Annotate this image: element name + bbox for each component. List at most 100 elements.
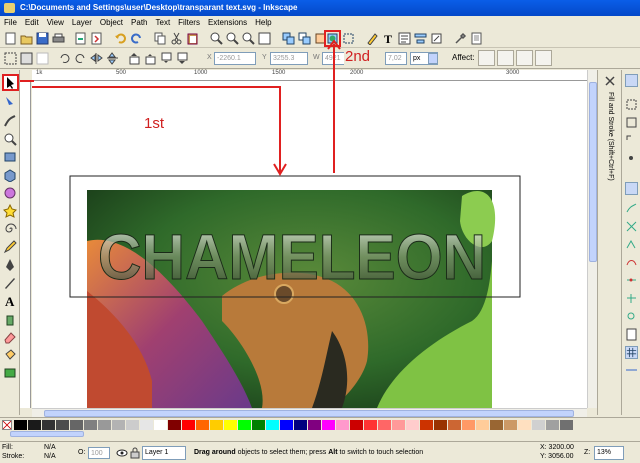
raise-to-top-icon[interactable] [128,52,141,65]
snap-bbox-icon[interactable] [625,98,638,111]
height-field[interactable]: 7,02 [385,52,407,65]
snap-bbox-edge-icon[interactable] [625,116,638,129]
snap-nodes-icon[interactable] [625,182,638,195]
palette-swatch[interactable] [252,420,265,430]
text-tool-icon[interactable]: A [3,294,17,309]
spray-tool-icon[interactable] [3,312,17,326]
palette-swatch[interactable] [196,420,209,430]
fill-stroke-dock-tab[interactable]: Fill and Stroke (Shift+Ctrl+F) [603,92,617,242]
zoom-drawing-icon[interactable] [226,32,239,45]
palette-swatch[interactable] [70,420,83,430]
affect-corners-button[interactable] [497,50,514,66]
palette-swatch[interactable] [490,420,503,430]
palette-swatch[interactable] [518,420,531,430]
snap-path-icon[interactable] [625,202,638,215]
pen-tool-icon[interactable] [3,258,17,272]
tweak-tool-icon[interactable] [3,114,17,128]
affect-stroke-button[interactable] [478,50,495,66]
palette-swatch[interactable] [546,420,559,430]
palette-swatch[interactable] [56,420,69,430]
palette-swatch[interactable] [364,420,377,430]
fill-stroke-icon[interactable] [366,32,379,45]
palette-swatch[interactable] [210,420,223,430]
palette-swatch[interactable] [98,420,111,430]
snap-intersection-icon[interactable] [625,220,638,233]
palette-swatch[interactable] [224,420,237,430]
document-properties-icon[interactable] [470,32,483,45]
star-tool-icon[interactable] [3,203,17,218]
no-paint-swatch[interactable] [2,420,12,430]
snap-mid-path-icon[interactable] [625,274,638,287]
raise-icon[interactable] [144,52,157,65]
spiral-tool-icon[interactable] [3,222,17,236]
palette-swatch[interactable] [322,420,335,430]
flip-horizontal-icon[interactable] [90,52,103,65]
palette-swatch[interactable] [392,420,405,430]
pencil-tool-icon[interactable] [3,240,17,254]
x-coordinate-field[interactable]: -2260.1 [214,52,256,65]
xml-editor-icon[interactable] [398,32,411,45]
deselect-icon[interactable] [36,52,49,65]
selector-tool-icon[interactable] [2,74,19,91]
save-icon[interactable] [36,32,49,45]
palette-swatch[interactable] [168,420,181,430]
chevron-down-icon[interactable] [428,53,438,64]
palette-swatch[interactable] [14,420,27,430]
cut-icon[interactable] [170,32,183,45]
palette-swatch[interactable] [42,420,55,430]
palette-swatch[interactable] [350,420,363,430]
zoom-field[interactable]: 13% [594,446,624,460]
menu-object[interactable]: Object [96,16,127,29]
palette-swatch[interactable] [308,420,321,430]
affect-patterns-button[interactable] [535,50,552,66]
node-tool-icon[interactable] [3,96,17,110]
layer-visibility-icon[interactable] [116,447,128,459]
new-document-icon[interactable] [4,32,17,45]
menu-edit[interactable]: Edit [21,16,43,29]
bucket-fill-tool-icon[interactable] [3,348,17,362]
ungroup-icon[interactable] [342,32,355,45]
palette-swatch[interactable] [112,420,125,430]
gradient-tool-icon[interactable] [3,366,17,380]
zoom-selection-icon[interactable] [210,32,223,45]
zoom-tool-icon[interactable] [3,132,17,146]
menu-file[interactable]: File [0,16,21,29]
palette-swatch[interactable] [154,420,167,430]
palette-swatch[interactable] [336,420,349,430]
menu-filters[interactable]: Filters [174,16,204,29]
lower-icon[interactable] [160,52,173,65]
dock-close-icon[interactable] [603,74,617,88]
snap-grid-icon[interactable] [625,346,638,359]
horizontal-scrollbar[interactable] [32,408,587,417]
layer-select[interactable]: Layer 1 [142,446,186,460]
lower-to-bottom-icon[interactable] [176,52,189,65]
palette-swatch[interactable] [504,420,517,430]
palette-swatch[interactable] [560,420,573,430]
palette-swatch[interactable] [28,420,41,430]
palette-swatch[interactable] [84,420,97,430]
vertical-scrollbar[interactable] [587,70,597,408]
export-icon[interactable] [90,32,103,45]
calligraphy-tool-icon[interactable] [3,276,17,290]
snap-midpoint-icon[interactable] [625,152,638,165]
undo-icon[interactable] [114,32,127,45]
palette-swatch[interactable] [238,420,251,430]
y-coordinate-field[interactable]: 3255.3 [270,52,308,65]
snap-cusp-icon[interactable] [625,238,638,251]
snap-guide-icon[interactable] [625,364,638,377]
palette-scroll-thumb[interactable] [10,431,84,437]
rotate-cw-icon[interactable] [74,52,87,65]
redo-icon[interactable] [130,32,143,45]
palette-swatch[interactable] [126,420,139,430]
snap-center-icon[interactable] [625,292,638,305]
palette-swatch[interactable] [378,420,391,430]
import-icon[interactable] [74,32,87,45]
snap-toggle-icon[interactable] [625,74,638,87]
zoom-page-icon[interactable] [242,32,255,45]
affect-gradients-button[interactable] [516,50,533,66]
palette-swatch[interactable] [406,420,419,430]
paste-icon[interactable] [186,32,199,45]
text-font-icon[interactable]: T [382,32,395,45]
select-all-layers-icon[interactable] [20,52,33,65]
palette-swatch[interactable] [294,420,307,430]
